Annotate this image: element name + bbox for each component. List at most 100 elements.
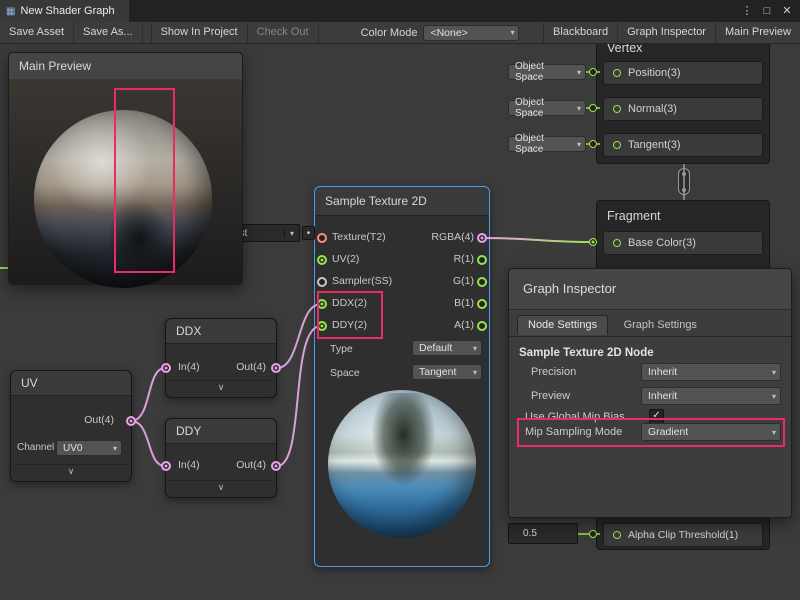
uv-node-collapse[interactable]: ∨	[14, 464, 128, 479]
collapse-chevron-icon: ∨	[218, 382, 225, 392]
port-texture-in[interactable]	[317, 233, 327, 243]
wire-rgba-to-base-color[interactable]	[482, 238, 592, 242]
port-alpha-clip[interactable]	[589, 530, 597, 538]
port-sampler-in[interactable]	[317, 277, 327, 287]
port-ddx-node-out[interactable]	[271, 363, 281, 373]
main-preview-panel: Main Preview	[8, 52, 243, 285]
vertex-row-tangent[interactable]: Tangent(3)	[603, 133, 763, 157]
uv-node[interactable]: UV ∨	[10, 370, 132, 482]
show-in-project-button[interactable]: Show In Project	[151, 22, 248, 43]
main-preview-button[interactable]: Main Preview	[716, 22, 800, 43]
close-icon[interactable]: ✕	[778, 0, 796, 22]
precision-label: Precision	[531, 366, 576, 378]
mip-bias-checkbox[interactable]: ✓	[649, 409, 664, 424]
tab-graph-settings[interactable]: Graph Settings	[613, 315, 708, 335]
check-out-button[interactable]: Check Out	[248, 22, 319, 43]
port-uv-node-out[interactable]	[126, 416, 136, 426]
normal-space-dropdown[interactable]: Object Space▾	[508, 100, 586, 116]
port-g-out[interactable]	[477, 277, 487, 287]
ddy-node[interactable]: DDY ∨	[165, 418, 277, 498]
preview-label: Preview	[531, 390, 570, 402]
port-ddy-node-out[interactable]	[271, 461, 281, 471]
tab-node-settings[interactable]: Node Settings	[517, 315, 608, 335]
port-base-color[interactable]	[589, 238, 597, 246]
ddx-node-title[interactable]: DDX	[166, 319, 276, 344]
g-out-label: G(1)	[453, 275, 474, 287]
fragment-row-base-color[interactable]: Base Color(3)	[603, 231, 763, 255]
sphere-dark-reflection	[109, 203, 170, 274]
toolbar: Save Asset Save As... Show In Project Ch…	[0, 22, 800, 44]
blackboard-button[interactable]: Blackboard	[543, 22, 618, 43]
port-tangent[interactable]	[589, 140, 597, 148]
ddy-node-title[interactable]: DDY	[166, 419, 276, 444]
ddy-out-port-label: Out(4)	[236, 459, 266, 471]
uv-channel-dropdown[interactable]: UV0▾	[56, 440, 122, 456]
sampler-in-label: Sampler(SS)	[332, 275, 392, 287]
r-out-label: R(1)	[454, 253, 474, 265]
main-preview-header[interactable]: Main Preview	[9, 53, 242, 80]
chevron-down-icon[interactable]: ▾	[284, 229, 299, 238]
space-label: Space	[330, 367, 360, 379]
graph-inspector-button[interactable]: Graph Inspector	[618, 22, 716, 43]
base-color-port-dot	[613, 239, 621, 247]
graph-inspector-header[interactable]: Graph Inspector	[509, 269, 791, 310]
rgba-out-label: RGBA(4)	[431, 231, 474, 243]
port-r-out[interactable]	[477, 255, 487, 265]
position-port-dot	[613, 69, 621, 77]
maximize-icon[interactable]: □	[758, 0, 776, 22]
ddy-in-label: DDY(2)	[332, 319, 367, 331]
ddx-node-collapse[interactable]: ∨	[169, 380, 273, 395]
port-position[interactable]	[589, 68, 597, 76]
port-ddy-node-in[interactable]	[161, 461, 171, 471]
tangent-label: Tangent(3)	[628, 139, 681, 151]
normal-port-dot	[613, 105, 621, 113]
uv-node-title[interactable]: UV	[11, 371, 131, 396]
preview-dropdown[interactable]: Inherit▾	[641, 387, 781, 405]
chevron-down-icon: ▾	[772, 368, 776, 377]
port-ddy-in[interactable]	[317, 321, 327, 331]
save-asset-button[interactable]: Save Asset	[0, 22, 74, 43]
kebab-menu-icon[interactable]: ⋮	[738, 0, 756, 22]
ddy-node-collapse[interactable]: ∨	[169, 480, 273, 495]
vertex-block[interactable]: Vertex Position(3) Normal(3) Tangent(3)	[596, 30, 770, 164]
sample-texture-2d-title[interactable]: Sample Texture 2D	[315, 187, 489, 216]
color-mode-dropdown[interactable]: <None>▾	[423, 25, 519, 41]
ddx-node[interactable]: DDX ∨	[165, 318, 277, 398]
shader-graph-icon: ▦	[6, 6, 15, 17]
object-picker-icon: •	[307, 228, 311, 239]
port-ddx-in[interactable]	[317, 299, 327, 309]
chevron-down-icon: ▾	[510, 28, 514, 37]
space-dropdown[interactable]: Tangent▾	[412, 364, 482, 380]
object-picker-button[interactable]: •	[302, 226, 315, 240]
vertex-row-position[interactable]: Position(3)	[603, 61, 763, 85]
position-space-dropdown[interactable]: Object Space▾	[508, 64, 586, 80]
collapse-chevron-icon: ∨	[218, 482, 225, 492]
vertex-row-normal[interactable]: Normal(3)	[603, 97, 763, 121]
chevron-down-icon: ▾	[473, 344, 477, 353]
type-dropdown[interactable]: Default▾	[412, 340, 482, 356]
wire-uv-to-ddy[interactable]	[131, 421, 165, 466]
alpha-clip-value-field[interactable]: 0.5	[508, 523, 578, 544]
chevron-down-icon: ▾	[577, 68, 581, 77]
chevron-down-icon: ▾	[473, 368, 477, 377]
port-normal[interactable]	[589, 104, 597, 112]
window-controls: ⋮ □ ✕	[738, 0, 800, 22]
mip-bias-label: Use Global Mip Bias	[525, 411, 625, 423]
save-as-button[interactable]: Save As...	[74, 22, 143, 43]
chevron-down-icon: ▾	[113, 444, 117, 453]
tangent-space-dropdown[interactable]: Object Space▾	[508, 136, 586, 152]
document-tab[interactable]: ▦ New Shader Graph	[0, 0, 129, 22]
precision-dropdown[interactable]: Inherit▾	[641, 363, 781, 381]
port-uv-in[interactable]	[317, 255, 327, 265]
port-a-out[interactable]	[477, 321, 487, 331]
ddy-in-port-label: In(4)	[178, 459, 200, 471]
fragment-row-alpha-clip[interactable]: Alpha Clip Threshold(1)	[603, 523, 763, 547]
port-rgba-out[interactable]	[477, 233, 487, 243]
shader-graph-window: Vertex Position(3) Normal(3) Tangent(3) …	[0, 0, 800, 600]
mip-mode-dropdown[interactable]: Gradient▾	[641, 423, 781, 441]
graph-inspector-panel: Graph Inspector Node Settings Graph Sett…	[508, 268, 792, 518]
wire-uv-to-ddx[interactable]	[131, 368, 165, 421]
port-ddx-node-in[interactable]	[161, 363, 171, 373]
port-b-out[interactable]	[477, 299, 487, 309]
uv-in-label: UV(2)	[332, 253, 359, 265]
